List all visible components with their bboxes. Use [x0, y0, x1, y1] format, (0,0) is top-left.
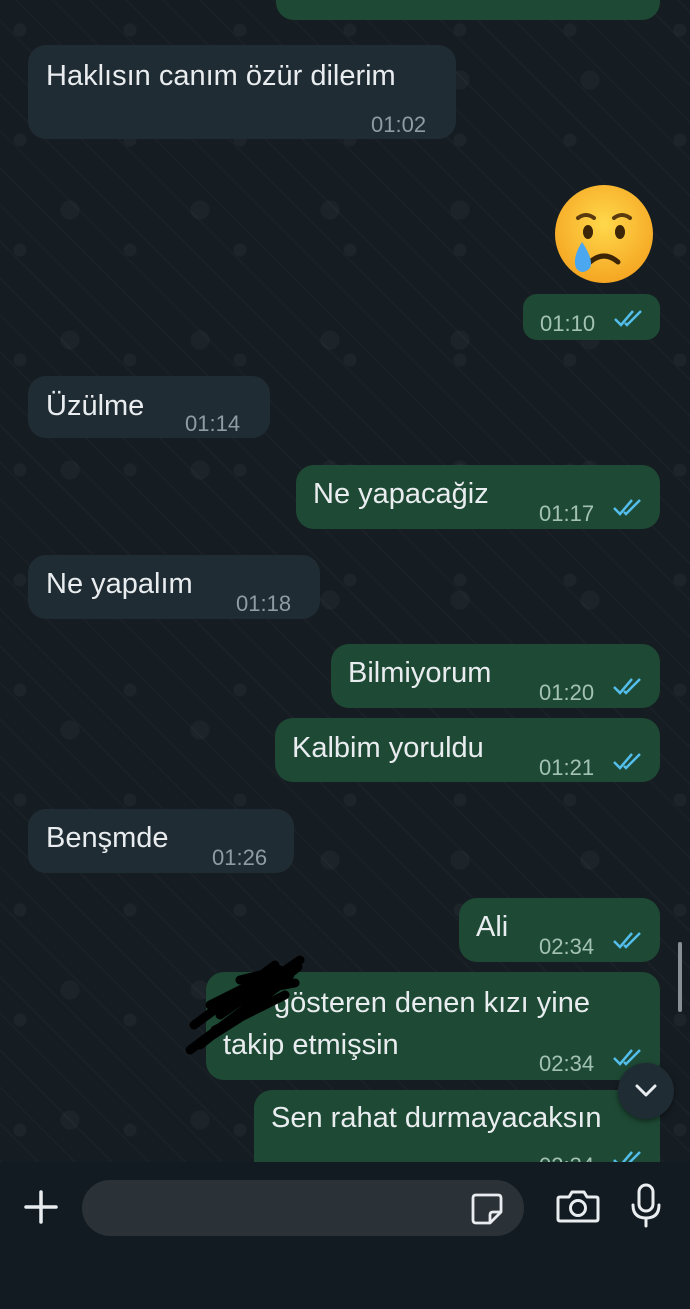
- message-bubble-incoming[interactable]: Üzülme 01:14: [28, 376, 270, 438]
- message-text: Sen rahat durmayacaksın: [271, 1102, 602, 1134]
- scrollbar[interactable]: [678, 942, 682, 1012]
- message-text: Ne yapacağiz: [313, 478, 489, 510]
- message-text: Bilmiyorum: [348, 657, 492, 689]
- message-input[interactable]: [82, 1180, 524, 1236]
- read-ticks-icon: [613, 753, 641, 770]
- message-time: 02:34: [539, 934, 595, 959]
- message-time: 01:21: [539, 755, 595, 780]
- read-ticks-icon: [613, 932, 641, 949]
- message-time: 01:17: [539, 501, 595, 526]
- message-bubble-partial[interactable]: [276, 0, 660, 20]
- voice-message-button[interactable]: [626, 1180, 666, 1232]
- message-text-line1: gösteren denen kızı yine: [274, 987, 590, 1019]
- message-bubble-outgoing[interactable]: Ne yapacağiz 01:17: [296, 465, 660, 529]
- message-bubble-outgoing[interactable]: Sen rahat durmayacaksın 02:34: [254, 1090, 660, 1162]
- chat-area[interactable]: Haklısın canım özür dilerim 01:02 01:10 …: [0, 0, 690, 1162]
- read-ticks-icon: [614, 310, 642, 327]
- message-text: Haklısın canım özür dilerim: [46, 60, 396, 92]
- microphone-icon: [631, 1183, 661, 1228]
- sticker-icon: [471, 1193, 503, 1225]
- message-text: Kalbim yoruldu: [292, 732, 484, 764]
- plus-icon: [24, 1190, 58, 1224]
- message-time: 01:02: [371, 112, 427, 137]
- sticker-button[interactable]: [468, 1190, 506, 1228]
- message-time: 01:14: [185, 411, 241, 436]
- message-time: 02:34: [539, 1148, 594, 1162]
- message-text: Benşmde: [46, 822, 169, 854]
- chevron-down-icon: [635, 1084, 657, 1097]
- message-text: Üzülme: [46, 390, 145, 422]
- message-time: 01:20: [539, 680, 595, 705]
- message-bubble-incoming[interactable]: Benşmde 01:26: [28, 809, 294, 873]
- emoji-message[interactable]: [552, 182, 658, 288]
- message-bubble-outgoing[interactable]: Kalbim yoruldu 01:21: [275, 718, 660, 782]
- camera-icon: [556, 1190, 600, 1223]
- message-time: 02:34: [539, 1051, 595, 1076]
- message-text: Ali: [476, 911, 509, 943]
- camera-button[interactable]: [554, 1184, 602, 1228]
- message-bubble-outgoing[interactable]: Ali 02:34: [459, 898, 660, 962]
- message-bubble-outgoing[interactable]: Bilmiyorum 01:20: [331, 644, 660, 708]
- message-text: Ne yapalım: [46, 568, 193, 600]
- read-ticks-icon: [613, 499, 641, 516]
- message-bubble-outgoing[interactable]: 01:10: [523, 294, 660, 340]
- read-ticks-icon: [613, 678, 641, 695]
- message-time: 01:18: [236, 591, 292, 616]
- message-time: 01:10: [540, 311, 596, 336]
- composer-bar: [0, 1162, 690, 1309]
- redaction-scribble: [185, 955, 305, 1055]
- read-ticks-icon: [613, 1151, 641, 1162]
- message-time: 01:26: [212, 845, 268, 870]
- crying-face-icon: [555, 185, 653, 283]
- attach-button[interactable]: [18, 1184, 64, 1230]
- message-bubble-incoming[interactable]: Haklısın canım özür dilerim 01:02: [28, 45, 456, 139]
- scroll-down-button[interactable]: [618, 1063, 674, 1119]
- message-bubble-incoming[interactable]: Ne yapalım 01:18: [28, 555, 320, 619]
